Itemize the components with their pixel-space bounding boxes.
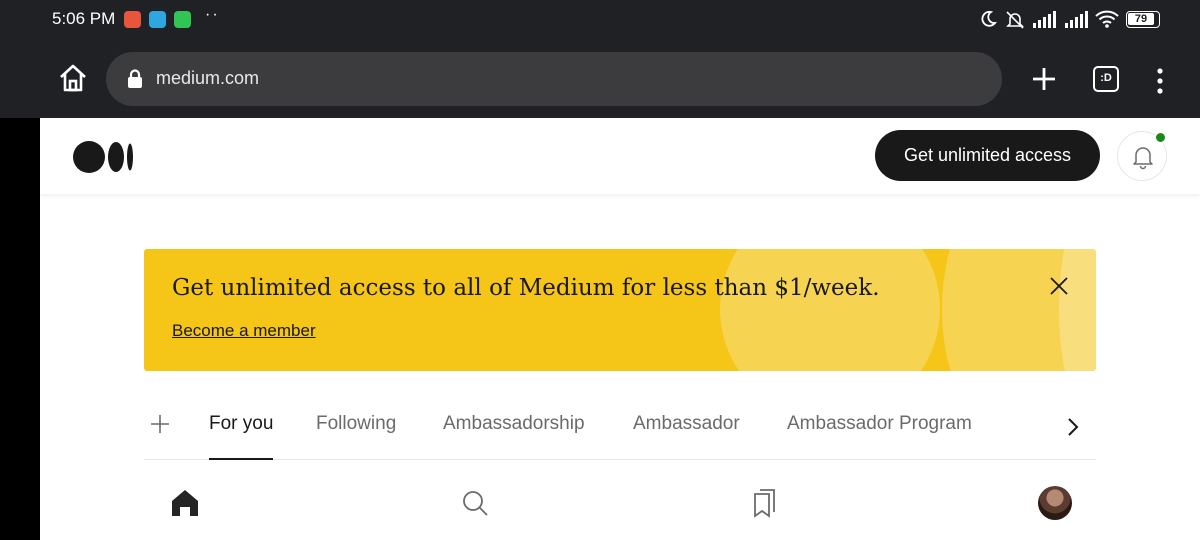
bottom-navigation [40, 464, 1200, 540]
web-page: Get unlimited access Get unlimited acces… [40, 118, 1200, 540]
tab-ambassadorship[interactable]: Ambassadorship [443, 413, 585, 435]
notifications-button[interactable] [1117, 131, 1167, 181]
tab-ambassador-program[interactable]: Ambassador Program [787, 413, 972, 435]
silent-icon [1006, 11, 1024, 29]
chevron-right-icon[interactable] [1066, 416, 1080, 438]
avatar[interactable] [1038, 486, 1072, 520]
tab-for-you[interactable]: For you [209, 413, 273, 435]
lock-icon[interactable] [126, 69, 144, 89]
status-time: 5:06 PM [52, 9, 116, 28]
recorder-icon [124, 11, 141, 28]
tab-switcher-button[interactable]: :D [1093, 66, 1119, 92]
bookmarks-icon[interactable] [748, 486, 782, 520]
topic-tabs: For you Following Ambassadorship Ambassa… [144, 400, 1096, 460]
notification-dot [1154, 131, 1167, 144]
banner-message: Get unlimited access to all of Medium fo… [172, 275, 880, 301]
tab-ambassador[interactable]: Ambassador [633, 413, 740, 435]
url-text[interactable]: medium.com [156, 68, 259, 89]
home-icon[interactable] [168, 486, 202, 520]
tab-following[interactable]: Following [316, 413, 396, 435]
search-icon[interactable] [458, 486, 492, 520]
active-tab-indicator [209, 458, 273, 460]
new-tab-icon[interactable] [1028, 63, 1060, 95]
browser-toolbar: medium.com :D [0, 40, 1200, 118]
get-unlimited-access-button[interactable]: Get unlimited access [875, 130, 1100, 181]
bell-icon [1133, 147, 1153, 170]
signal-icon [1033, 11, 1056, 28]
medium-logo[interactable] [72, 140, 136, 174]
close-icon[interactable] [1048, 275, 1070, 297]
signal-icon [1065, 11, 1088, 28]
telegram-icon [149, 11, 166, 28]
add-topic-icon[interactable] [150, 414, 170, 434]
address-bar[interactable]: medium.com [106, 52, 1002, 106]
whatsapp-icon [174, 11, 191, 28]
banner-decoration [720, 249, 940, 371]
battery-icon: 79 [1126, 11, 1160, 28]
battery-level: 79 [1128, 13, 1154, 25]
moon-icon [981, 10, 997, 27]
wifi-icon [1095, 10, 1119, 28]
more-notifications-icon: ·· [205, 6, 220, 23]
status-bar: 5:06 PM ·· 79 [0, 0, 1200, 40]
home-icon[interactable] [56, 61, 90, 95]
screen-edge [0, 118, 40, 540]
membership-banner: Get unlimited access to all of Medium fo… [144, 249, 1096, 371]
become-member-link[interactable]: Become a member [172, 321, 316, 341]
site-header: Get unlimited access [40, 118, 1200, 194]
more-menu-icon[interactable] [1150, 66, 1170, 96]
banner-decoration [1059, 249, 1096, 371]
